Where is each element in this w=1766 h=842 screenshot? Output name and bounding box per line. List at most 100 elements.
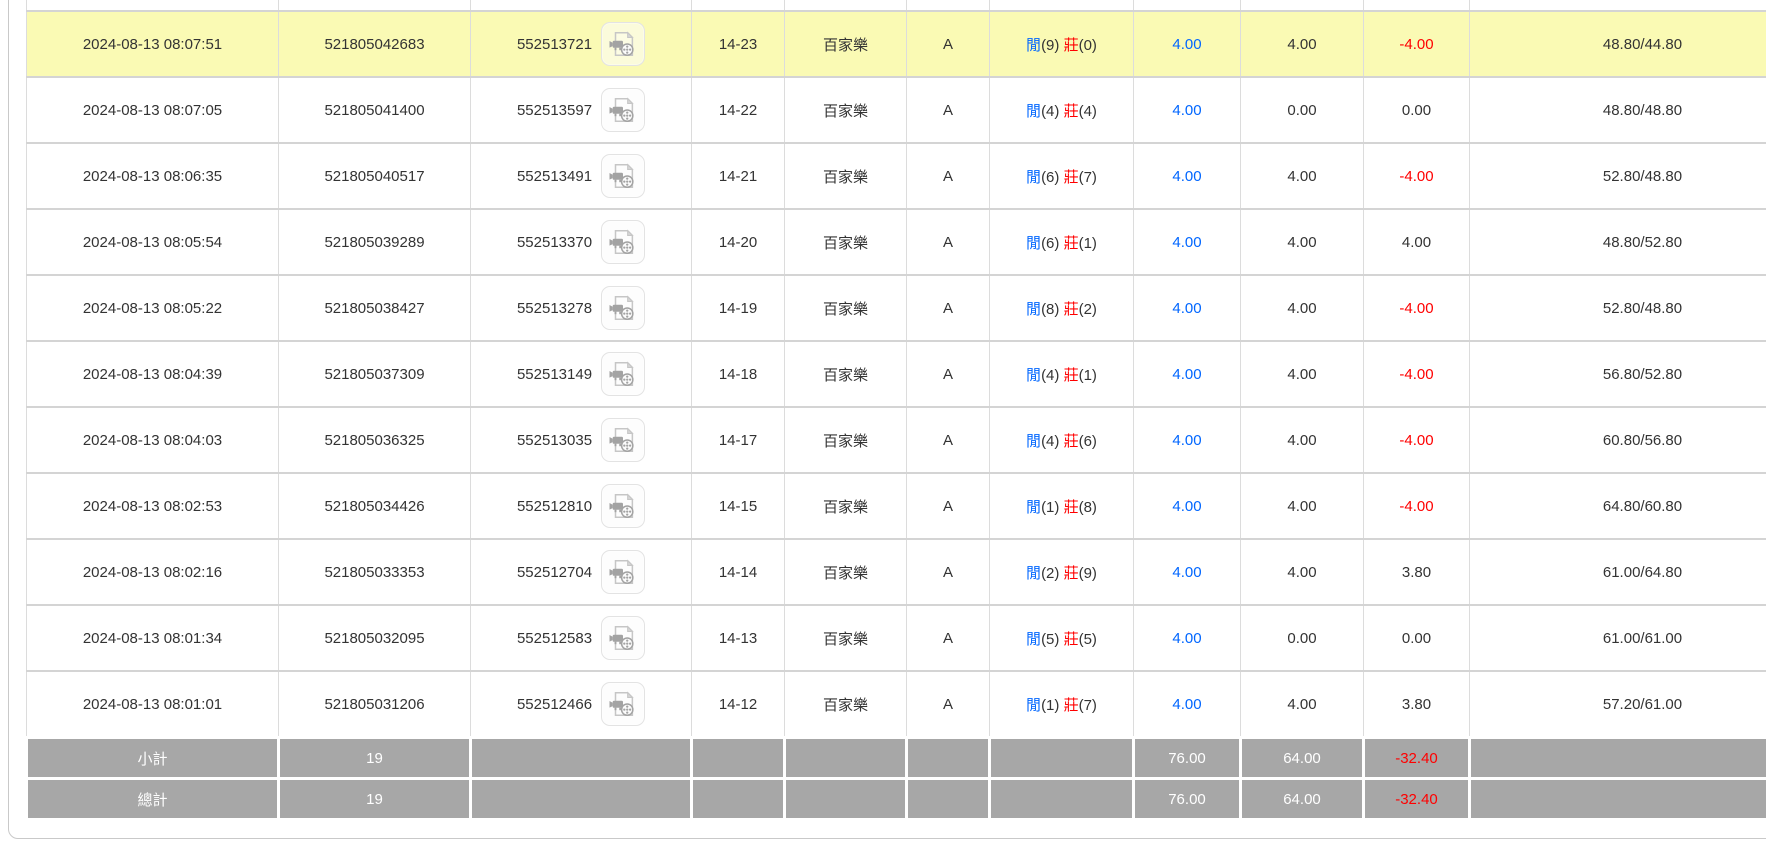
- cell-balance: 48.80/52.80: [1469, 208, 1766, 276]
- footer-empty-cell: [905, 736, 991, 780]
- balance-before-after: 60.80/56.80: [1602, 431, 1683, 449]
- cell-bet-amount[interactable]: 4.00: [1133, 670, 1241, 739]
- video-replay-button[interactable]: [601, 286, 646, 330]
- video-replay-button[interactable]: [601, 154, 646, 198]
- video-replay-button[interactable]: [601, 88, 646, 132]
- video-replay-button[interactable]: [601, 352, 646, 396]
- video-replay-button[interactable]: [601, 550, 646, 594]
- banker-score: (9): [1078, 564, 1097, 582]
- cell-time: 2024-08-13 08:02:53: [26, 472, 279, 540]
- bet-amount-link: 4.00: [1172, 497, 1202, 515]
- cell-bet-amount[interactable]: 4.00: [1133, 10, 1241, 78]
- cell-valid-bet: 0.00: [1240, 604, 1364, 672]
- table-row-partial: [26, 0, 1766, 12]
- cell-win-loss: 4.00: [1363, 208, 1470, 276]
- cell-win-loss: -4.00: [1363, 406, 1470, 474]
- player-score: (6): [1041, 168, 1060, 186]
- table-id: A: [942, 233, 953, 251]
- bet-time: 2024-08-13 08:05:22: [82, 299, 223, 317]
- balance-before-after: 56.80/52.80: [1602, 365, 1683, 383]
- footer-empty-cell: [690, 777, 786, 821]
- video-replay-icon: [609, 229, 634, 254]
- cell-shoe-round: 14-13: [691, 604, 785, 672]
- win-loss: 0.00: [1401, 101, 1432, 119]
- bet-amount-link: 4.00: [1172, 629, 1202, 647]
- bet-time: 2024-08-13 08:02:53: [82, 497, 223, 515]
- cell-valid-bet: 4.00: [1240, 208, 1364, 276]
- win-loss: 3.80: [1401, 563, 1432, 581]
- cell-result: 閒(9) 莊(0): [989, 10, 1134, 78]
- cell-result: 閒(4) 莊(6): [989, 406, 1134, 474]
- banker-label: 莊: [1063, 366, 1079, 384]
- cell-bet-amount[interactable]: 4.00: [1133, 604, 1241, 672]
- cell-result: 閒(4) 莊(4): [989, 76, 1134, 144]
- video-replay-button[interactable]: [601, 682, 646, 726]
- cell-valid-bet: 0.00: [1240, 76, 1364, 144]
- banker-score: (8): [1078, 498, 1097, 516]
- win-loss: -4.00: [1399, 497, 1434, 515]
- win-loss: 4.00: [1401, 233, 1432, 251]
- video-replay-button[interactable]: [601, 484, 646, 528]
- player-score: (6): [1041, 234, 1060, 252]
- footer-count: 19: [277, 777, 472, 821]
- cell-bet-amount[interactable]: 4.00: [1133, 274, 1241, 342]
- cell-shoe-round: 14-21: [691, 142, 785, 210]
- video-replay-button[interactable]: [601, 616, 646, 660]
- video-replay-icon: [609, 97, 634, 122]
- round-id: 552513278: [516, 299, 593, 317]
- cell-bet-amount[interactable]: 4.00: [1133, 340, 1241, 408]
- cell-shoe-round: 14-12: [691, 670, 785, 739]
- cell-table: A: [906, 208, 990, 276]
- bet-amount-link: 4.00: [1172, 167, 1202, 185]
- valid-bet: 4.00: [1287, 431, 1317, 449]
- cell-bet-amount[interactable]: 4.00: [1133, 538, 1241, 606]
- cell-result: 閒(2) 莊(9): [989, 538, 1134, 606]
- round-id: 552512704: [516, 563, 593, 581]
- cell-time: 2024-08-13 08:06:35: [26, 142, 279, 210]
- cell-bet-amount[interactable]: 4.00: [1133, 406, 1241, 474]
- cell-shoe-round: 14-15: [691, 472, 785, 540]
- table-id: A: [942, 365, 953, 383]
- bet-amount-link: 4.00: [1172, 101, 1202, 119]
- cell-table: A: [906, 142, 990, 210]
- game-type: 百家樂: [822, 234, 868, 252]
- footer-empty-cell: [1468, 777, 1766, 821]
- order-id: 521805034426: [324, 497, 425, 515]
- game-type: 百家樂: [822, 36, 868, 54]
- cell-order-id: 521805041400: [278, 76, 471, 144]
- subtotal-row: 小計 19 76.00 64.00 -32.40: [25, 736, 1766, 780]
- cell-bet-amount[interactable]: 4.00: [1133, 208, 1241, 276]
- player-label: 閒: [1026, 234, 1042, 252]
- cell-bet-amount[interactable]: 4.00: [1133, 472, 1241, 540]
- round-id: 552513035: [516, 431, 593, 449]
- video-replay-icon: [609, 625, 634, 650]
- cell-empty: [989, 0, 1134, 12]
- video-replay-button[interactable]: [601, 220, 646, 264]
- cell-empty: [906, 0, 990, 12]
- cell-round-id: 552513278: [470, 274, 692, 342]
- player-label: 閒: [1026, 300, 1042, 318]
- cell-bet-amount[interactable]: 4.00: [1133, 76, 1241, 144]
- bet-time: 2024-08-13 08:07:05: [82, 101, 223, 119]
- bet-time: 2024-08-13 08:02:16: [82, 563, 223, 581]
- cell-balance: 60.80/56.80: [1469, 406, 1766, 474]
- game-type: 百家樂: [822, 630, 868, 648]
- round-id: 552512583: [516, 629, 593, 647]
- round-id-group: 552513491: [472, 154, 691, 198]
- video-replay-icon: [609, 163, 634, 188]
- game-type: 百家樂: [822, 432, 868, 450]
- video-replay-button[interactable]: [601, 22, 646, 66]
- video-replay-button[interactable]: [601, 418, 646, 462]
- cell-order-id: 521805039289: [278, 208, 471, 276]
- footer-valid-total: 64.00: [1239, 777, 1365, 821]
- shoe-round: 14-20: [718, 233, 758, 251]
- cell-table: A: [906, 10, 990, 78]
- win-loss: 0.00: [1401, 629, 1432, 647]
- cell-result: 閒(1) 莊(7): [989, 670, 1134, 739]
- cell-game-type: 百家樂: [784, 340, 907, 408]
- valid-bet: 4.00: [1287, 35, 1317, 53]
- footer-valid-total: 64.00: [1239, 736, 1365, 780]
- cell-balance: 52.80/48.80: [1469, 274, 1766, 342]
- round-id: 552513597: [516, 101, 593, 119]
- cell-bet-amount[interactable]: 4.00: [1133, 142, 1241, 210]
